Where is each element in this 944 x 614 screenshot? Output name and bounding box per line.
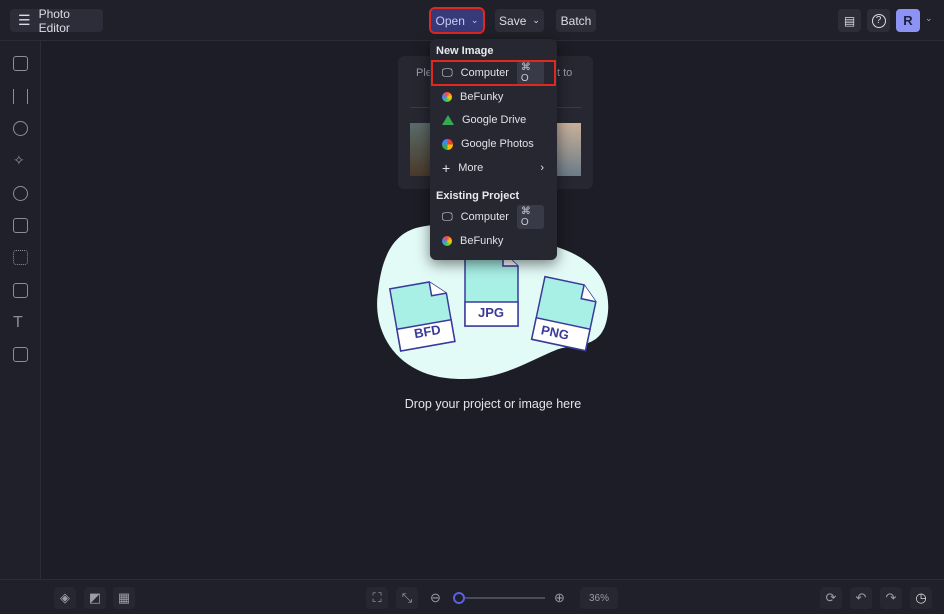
effects-icon[interactable]: ✧ — [13, 153, 28, 168]
plus-icon: + — [442, 160, 451, 176]
layers-icon: ◈ — [60, 590, 70, 605]
sample-image[interactable] — [410, 123, 431, 176]
palette-icon[interactable] — [13, 186, 28, 201]
befunky-icon — [442, 236, 452, 246]
overlay-icon[interactable] — [13, 347, 28, 362]
batch-label: Batch — [560, 13, 592, 28]
history-button[interactable]: ◷ — [910, 587, 932, 609]
text-icon[interactable]: T — [13, 315, 28, 331]
image-icon[interactable] — [13, 56, 28, 71]
batch-button[interactable]: Batch — [556, 9, 596, 32]
app-title: Photo Editor — [38, 6, 70, 35]
menu-item-label: BeFunky — [460, 91, 504, 103]
adjust-icon[interactable] — [13, 89, 28, 104]
zoom-slider[interactable] — [452, 592, 545, 604]
open-button[interactable]: Open ⌄ — [429, 7, 485, 34]
bottom-bar: ◈ ◩ ▦ ⛶ ⤡ ⊖ ⊕ 36% ⟳ ↶ ↷ ◷ — [0, 579, 944, 614]
save-label: Save — [499, 13, 527, 28]
chevron-down-icon: ⌄ — [532, 15, 540, 25]
zoom-out-icon[interactable]: ⊖ — [430, 590, 441, 606]
menu-header-existing-project: Existing Project — [436, 190, 520, 202]
compare-button[interactable]: ◩ — [84, 587, 106, 609]
open-label: Open — [435, 13, 465, 28]
menu-item-new-computer[interactable]: 🖵 Computer ⌘ O — [431, 60, 556, 86]
fit-screen-button[interactable]: ⛶ — [366, 587, 388, 609]
monitor-icon: 🖵 — [442, 210, 453, 223]
expand-icon: ⛶ — [372, 590, 382, 605]
top-bar: ☰ Photo Editor Open ⌄ Save ⌄ Batch ▤ ? R ⌄ — [0, 0, 944, 41]
feedback-button[interactable]: ▤ — [838, 9, 861, 32]
chevron-down-icon: ⌄ — [470, 15, 479, 25]
frame-icon[interactable] — [13, 218, 28, 233]
zoom-in-icon[interactable]: ⊕ — [554, 590, 565, 606]
save-button[interactable]: Save ⌄ — [495, 9, 544, 32]
undo-icon: ↶ — [855, 590, 867, 605]
compare-icon: ◩ — [88, 590, 102, 605]
menu-button[interactable]: ☰ Photo Editor — [10, 6, 103, 35]
comment-icon: ▤ — [843, 13, 856, 28]
menu-item-label: More — [458, 162, 484, 174]
befunky-icon — [442, 92, 452, 102]
redo-button[interactable]: ↷ — [880, 587, 902, 609]
history-icon: ◷ — [915, 590, 927, 605]
menu-header-new-image: New Image — [436, 45, 494, 57]
zoom-level[interactable]: 36% — [580, 587, 618, 609]
help-button[interactable]: ? — [867, 9, 890, 32]
shortcut-badge: ⌘ O — [516, 61, 544, 85]
menu-item-existing-computer[interactable]: 🖵 Computer ⌘ O — [433, 205, 554, 229]
menu-item-label: Google Photos — [461, 138, 534, 150]
menu-item-label: Computer — [460, 211, 509, 223]
menu-item-existing-befunky[interactable]: BeFunky — [433, 230, 554, 252]
graphics-icon[interactable] — [13, 250, 28, 265]
zoom-value: 36% — [588, 592, 609, 604]
actual-size-button[interactable]: ⤡ — [396, 587, 418, 609]
help-icon: ? — [871, 13, 886, 28]
texture-icon[interactable] — [13, 283, 28, 298]
menu-item-new-befunky[interactable]: BeFunky — [433, 86, 554, 108]
avatar-initial: R — [903, 13, 913, 28]
google-photos-icon — [442, 138, 453, 150]
undo-button[interactable]: ↶ — [850, 587, 872, 609]
chevron-down-icon[interactable]: ⌄ — [925, 13, 933, 24]
google-drive-icon — [442, 115, 454, 125]
menu-item-label: Computer — [460, 67, 509, 79]
tool-sidebar: ✧ T — [0, 41, 41, 579]
open-dropdown-menu: New Image 🖵 Computer ⌘ O BeFunky Google Dr… — [430, 39, 557, 260]
grid-button[interactable]: ▦ — [113, 587, 135, 609]
eye-icon[interactable] — [13, 121, 28, 136]
menu-item-label: BeFunky — [460, 235, 504, 247]
layers-button[interactable]: ◈ — [54, 587, 76, 609]
zoom-slider-thumb[interactable] — [452, 592, 465, 604]
menu-item-more[interactable]: + More › — [433, 157, 554, 179]
redo-icon: ↷ — [885, 590, 897, 605]
chevron-right-icon: › — [540, 162, 544, 174]
monitor-icon: 🖵 — [442, 66, 453, 79]
menu-item-google-drive[interactable]: Google Drive — [433, 109, 554, 131]
hamburger-icon: ☰ — [18, 12, 31, 28]
grid-icon: ▦ — [117, 590, 131, 605]
avatar[interactable]: R — [896, 9, 920, 32]
card-text: t to — [557, 67, 573, 79]
file-label-jpg: JPG — [478, 305, 505, 320]
menu-item-label: Google Drive — [462, 114, 527, 126]
sample-image[interactable] — [556, 123, 581, 176]
collapse-icon: ⤡ — [401, 590, 413, 605]
rotate-button[interactable]: ⟳ — [820, 587, 842, 609]
refresh-icon: ⟳ — [825, 590, 837, 605]
shortcut-badge: ⌘ O — [516, 205, 544, 229]
drop-caption: Drop your project or image here — [404, 397, 582, 411]
menu-item-google-photos[interactable]: Google Photos — [433, 133, 554, 155]
